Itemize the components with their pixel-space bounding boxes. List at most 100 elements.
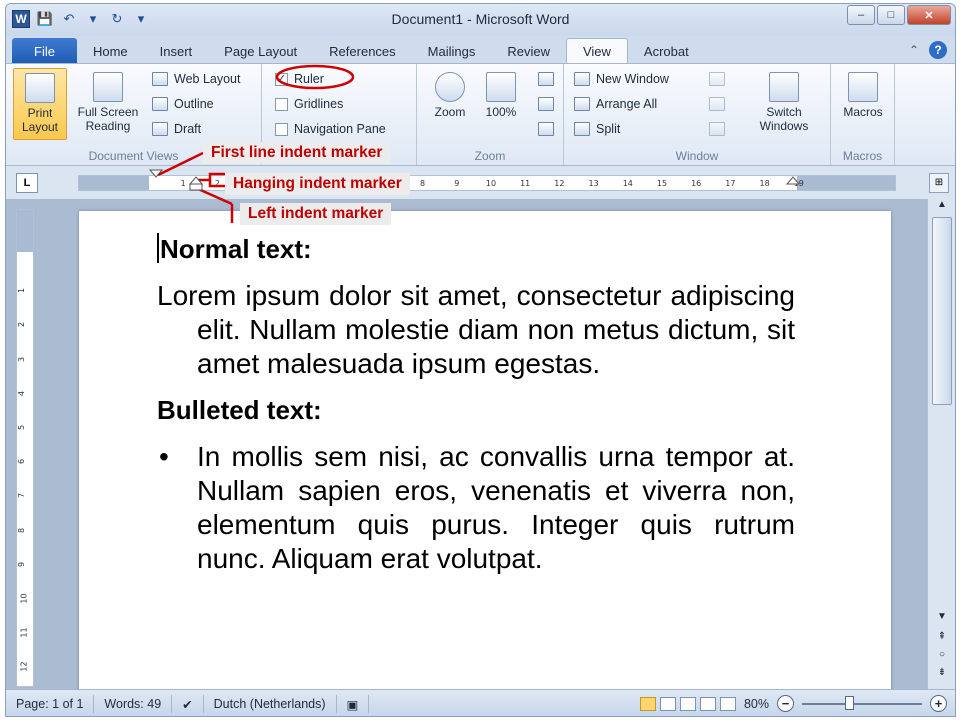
title-bar: W 💾 ↶ ▾ ↻ ▾ Document1 - Microsoft Word –…	[6, 4, 955, 36]
navigation-pane-checkbox[interactable]: Navigation Pane	[275, 119, 386, 139]
ruler-right-margin	[797, 176, 895, 190]
new-window-button[interactable]: New Window	[574, 69, 669, 89]
draft-button[interactable]: Draft	[152, 119, 201, 139]
minimize-ribbon-icon[interactable]: ⌃	[909, 43, 919, 57]
page-count[interactable]: Page: 1 of 1	[6, 695, 95, 713]
macros-button[interactable]: Macros	[837, 68, 889, 140]
vertical-ruler-tick: 10	[19, 593, 29, 604]
split-button[interactable]: Split	[574, 119, 620, 139]
ruler-tick: 18	[759, 179, 770, 188]
tab-acrobat[interactable]: Acrobat	[628, 38, 705, 64]
view-ruler-icon[interactable]: ⊞	[929, 173, 949, 193]
ruler-tick: 10	[485, 179, 497, 188]
vertical-ruler-tick: 8	[17, 527, 27, 533]
macro-recording-icon[interactable]: ▣	[337, 695, 370, 713]
web-layout-button[interactable]: Web Layout	[152, 69, 240, 89]
maximize-button[interactable]: □	[877, 5, 905, 25]
one-page-icon[interactable]	[538, 72, 554, 86]
ruler-tick: 19	[793, 179, 804, 188]
reset-window-position-icon[interactable]	[709, 122, 725, 136]
language-indicator[interactable]: Dutch (Netherlands)	[204, 695, 337, 713]
new-window-label: New Window	[596, 72, 669, 86]
outline-view-icon[interactable]	[699, 696, 716, 711]
switch-windows-button[interactable]: Switch Windows	[746, 68, 822, 140]
vertical-ruler-tick: 2	[17, 322, 27, 328]
ribbon-right-controls: ⌃ ?	[909, 41, 947, 59]
new-window-icon	[574, 72, 590, 86]
view-side-by-side-icon[interactable]	[709, 72, 725, 86]
ruler-tick: 1	[180, 179, 186, 188]
tab-view[interactable]: View	[565, 38, 628, 64]
select-browse-object-icon[interactable]: ○	[932, 649, 952, 665]
vertical-ruler-tick: 11	[19, 627, 29, 638]
heading-bulleted-text: Bulleted text:	[157, 395, 322, 425]
zoom-slider-knob[interactable]	[844, 695, 854, 710]
zoom-100-button[interactable]: 100%	[479, 68, 523, 140]
two-pages-icon[interactable]	[538, 97, 554, 111]
web-layout-view-icon[interactable]	[679, 696, 696, 711]
ruler-check-icon: ✓	[275, 72, 288, 86]
ruler-tick: 17	[725, 179, 736, 188]
zoom-100-label: 100%	[485, 105, 517, 119]
ruler-checkbox[interactable]: ✓ Ruler	[275, 69, 324, 89]
help-icon[interactable]: ?	[929, 41, 947, 59]
full-screen-view-icon[interactable]	[659, 696, 676, 711]
group-window: New Window Arrange All Split Switch Wind…	[564, 64, 831, 165]
group-zoom: Zoom 100% Zoom	[417, 64, 564, 165]
ruler-left-margin	[79, 176, 149, 190]
zoom-in-icon[interactable]: +	[930, 695, 947, 712]
tab-references[interactable]: References	[313, 38, 411, 64]
hanging-indent-callout: Hanging indent marker	[225, 173, 410, 195]
horizontal-ruler[interactable]: 12345678910111213141516171819	[78, 175, 896, 191]
vertical-ruler-tick: 9	[17, 561, 27, 567]
draft-label: Draft	[174, 122, 202, 136]
scroll-thumb[interactable]	[932, 217, 952, 405]
arrange-all-button[interactable]: Arrange All	[574, 94, 657, 114]
zoom-out-icon[interactable]: −	[777, 695, 794, 712]
document-body[interactable]: Normal text: Lorem ipsum dolor sit amet,…	[157, 233, 795, 576]
outline-button[interactable]: Outline	[152, 94, 214, 114]
draft-icon	[152, 122, 168, 136]
synchronous-scrolling-icon[interactable]	[709, 97, 725, 111]
gridlines-checkbox[interactable]: Gridlines	[275, 94, 343, 114]
next-page-icon[interactable]: ⇟	[932, 667, 952, 683]
switch-windows-label: Switch Windows	[759, 105, 809, 133]
zoom-level[interactable]: 80%	[744, 697, 769, 711]
zoom-slider[interactable]	[802, 695, 922, 710]
tab-review[interactable]: Review	[491, 38, 566, 64]
tab-home[interactable]: Home	[77, 38, 144, 64]
zoom-controls: 80% − +	[639, 695, 947, 712]
vertical-ruler-tick: 5	[17, 424, 27, 431]
tab-mailings[interactable]: Mailings	[412, 38, 492, 64]
ruler-tick: 8	[420, 179, 426, 188]
tab-insert[interactable]: Insert	[144, 38, 209, 64]
print-layout-view-icon[interactable]	[639, 696, 656, 711]
proofing-icon[interactable]: ✔	[172, 695, 204, 713]
page-100-icon	[486, 72, 516, 102]
close-button[interactable]: ✕	[907, 5, 951, 25]
ruler-tick: 9	[454, 179, 460, 188]
tab-page-layout[interactable]: Page Layout	[208, 38, 313, 64]
zoom-button[interactable]: Zoom	[427, 68, 473, 140]
ruler-tick: 14	[622, 179, 633, 188]
ruler-row: L 12345678910111213141516171819 ⊞	[6, 166, 955, 199]
draft-view-icon[interactable]	[719, 696, 736, 711]
text-cursor	[157, 233, 159, 263]
print-layout-button[interactable]: Print Layout	[13, 68, 67, 140]
scroll-up-icon[interactable]: ▲	[932, 199, 952, 215]
switch-windows-icon	[769, 72, 799, 102]
word-count[interactable]: Words: 49	[94, 695, 173, 713]
minimize-button[interactable]: –	[847, 5, 875, 25]
vertical-scrollbar[interactable]: ▲ ▼ ⇞ ○ ⇟	[927, 199, 955, 689]
tab-file[interactable]: File	[12, 38, 77, 64]
previous-page-icon[interactable]: ⇞	[932, 631, 952, 647]
navigation-pane-check-icon	[275, 122, 288, 136]
outline-label: Outline	[174, 97, 214, 111]
full-screen-reading-button[interactable]: Full Screen Reading	[70, 68, 146, 140]
page-width-icon[interactable]	[538, 122, 554, 136]
document-page[interactable]: Normal text: Lorem ipsum dolor sit amet,…	[79, 211, 891, 689]
heading-normal-text-label: Normal text:	[160, 234, 312, 264]
scroll-down-icon[interactable]: ▼	[932, 611, 952, 627]
tab-selector[interactable]: L	[16, 173, 38, 193]
vertical-ruler[interactable]: 12345678910111213	[16, 209, 34, 687]
